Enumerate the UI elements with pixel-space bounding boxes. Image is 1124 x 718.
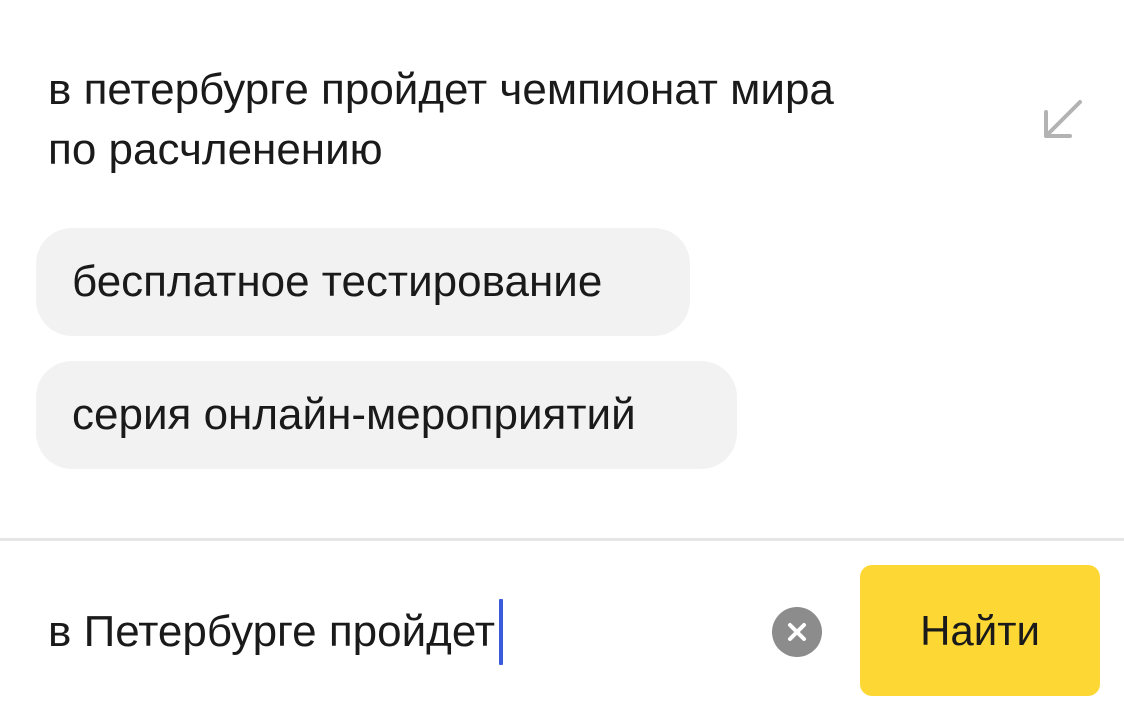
- search-input[interactable]: в Петербурге пройдет: [48, 597, 748, 667]
- chip-label: серия онлайн-мероприятий: [72, 390, 636, 439]
- arrow-down-left-icon[interactable]: [1032, 90, 1092, 150]
- search-suggest-screen: в петербурге пройдет чемпионат мира по р…: [0, 0, 1124, 718]
- suggestion-chip[interactable]: серия онлайн-мероприятий: [36, 361, 737, 469]
- suggestion-text[interactable]: в петербурге пройдет чемпионат мира по р…: [48, 60, 988, 180]
- search-submit-button[interactable]: Найти: [860, 565, 1100, 696]
- search-input-value: в Петербурге пройдет: [48, 607, 496, 656]
- chip-label: бесплатное тестирование: [72, 257, 603, 306]
- close-circle-icon: [785, 620, 809, 644]
- clear-button[interactable]: [772, 607, 822, 657]
- suggestion-line-2: по расчленению: [48, 125, 383, 174]
- search-bar: в Петербурге пройдет Найти: [0, 541, 1124, 718]
- suggestion-chip[interactable]: бесплатное тестирование: [36, 228, 690, 336]
- suggestion-line-1: в петербурге пройдет чемпионат мира: [48, 65, 834, 114]
- text-caret: [499, 599, 504, 665]
- suggestion-row[interactable]: в петербурге пройдет чемпионат мира по р…: [0, 0, 1124, 180]
